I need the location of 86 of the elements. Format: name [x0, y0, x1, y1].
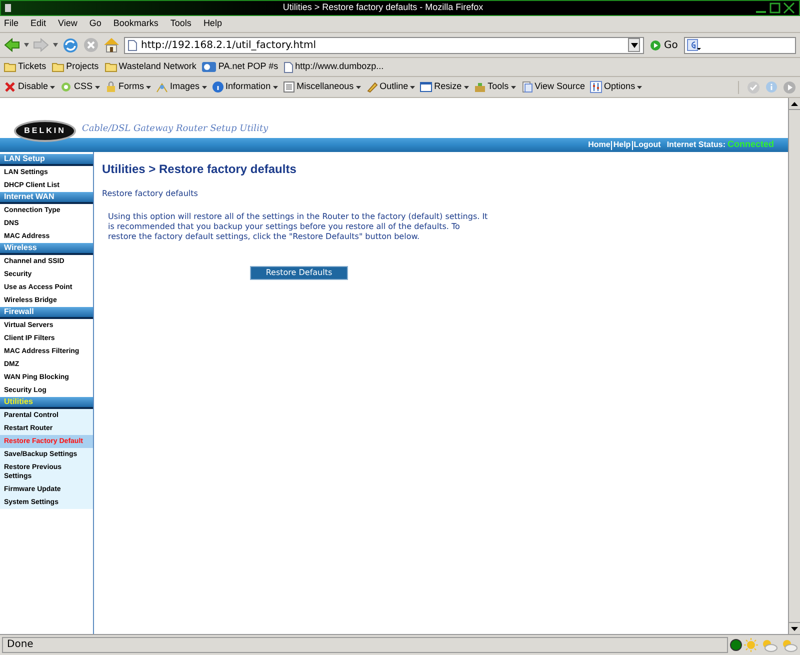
dropdown-arrow-icon [410, 86, 416, 88]
page-icon [284, 62, 294, 72]
toolbar-menu-button[interactable]: Outline [366, 80, 416, 94]
menu-item[interactable]: Edit [30, 17, 46, 31]
site-icon [202, 62, 216, 72]
reload-icon[interactable] [62, 36, 79, 54]
dropdown-button[interactable] [628, 38, 640, 52]
partly-cloudy-icon [780, 638, 798, 652]
lock-icon [104, 81, 117, 93]
toolbar-menu-button[interactable]: CSS [60, 80, 100, 94]
status-label: Internet Status: [666, 139, 726, 151]
window-icon [420, 81, 432, 93]
toolbar-menu-button[interactable]: Tools [474, 80, 516, 94]
list-icon [282, 81, 295, 93]
dropdown-arrow-icon [272, 86, 278, 88]
search-engine-icon[interactable] [686, 39, 701, 51]
sliders-icon [590, 81, 602, 93]
cross-icon [4, 81, 16, 93]
close-icon[interactable] [783, 2, 795, 14]
toolbar-menu-button[interactable]: Options [590, 80, 642, 94]
folder-icon [4, 62, 16, 72]
tagline: Cable/DSL Gateway Router Setup Utility [82, 122, 268, 136]
toolbar-menu-button[interactable]: Forms [104, 80, 152, 94]
dropdown-arrow-icon [202, 86, 207, 88]
toolbar-menu-button[interactable]: Information [212, 80, 278, 94]
dropdown-arrow-icon [356, 86, 361, 88]
dropdown-arrow-icon [464, 86, 469, 88]
sidebar-section-header: LAN Setup [0, 154, 93, 166]
dropdown-arrow-icon [637, 86, 642, 88]
bookmark-item[interactable]: Projects [52, 60, 99, 74]
status-text: Done [2, 637, 728, 653]
dropdown-arrow-icon[interactable] [53, 43, 58, 47]
toolbox-icon [474, 81, 486, 93]
document-icon [520, 81, 533, 93]
dropdown-arrow-icon [510, 86, 516, 88]
partly-cloudy-icon [760, 638, 778, 652]
toolbar-menu-button[interactable]: Images [156, 80, 207, 94]
folder-icon [52, 62, 64, 72]
scrollbar[interactable] [788, 98, 800, 634]
menu-item[interactable]: Help [203, 17, 222, 31]
restore-defaults-button[interactable]: Restore Defaults [250, 266, 348, 280]
folder-icon [104, 62, 117, 72]
header-link[interactable]: Help [613, 139, 631, 151]
toolbar-menu-button[interactable]: Miscellaneous [282, 80, 361, 94]
header-link[interactable]: Logout [634, 139, 661, 151]
sidebar-section-header: Internet WAN [0, 192, 93, 204]
bookmark-item[interactable]: PA.net POP #s [202, 60, 278, 74]
pencil-icon [366, 81, 378, 93]
checkmark-icon[interactable] [747, 80, 760, 94]
bookmark-item[interactable]: http://www.dumbozp... [284, 60, 384, 74]
logo: BELKIN [14, 120, 76, 142]
go-icon [650, 40, 661, 50]
sidebar-section-header: Firewall [0, 307, 93, 319]
menu-item[interactable]: Go [89, 17, 102, 31]
connection-icon [730, 639, 742, 651]
toolbar-menu-button[interactable]: Resize [420, 80, 469, 94]
sidebar-section-header: Wireless [0, 243, 93, 255]
toolbar-menu-button[interactable]: View Source [520, 80, 586, 94]
status-value: Connected [727, 138, 774, 152]
sidebar-section-header: Utilities [0, 397, 93, 409]
header-link[interactable]: Home [588, 139, 610, 151]
section-heading: Restore factory defaults [102, 188, 199, 200]
go-button[interactable]: Go [648, 38, 680, 52]
page-heading: Utilities > Restore factory defaults [102, 161, 298, 178]
bookmark-item[interactable]: Tickets [4, 60, 46, 74]
sun-icon [744, 638, 758, 652]
maximize-icon[interactable] [769, 2, 781, 14]
address-field[interactable]: http://192.168.2.1/util_factory.html [124, 36, 644, 54]
page-icon [128, 40, 137, 50]
caret-icon [630, 42, 638, 48]
menu-item[interactable]: Tools [170, 17, 192, 31]
window-title: Utilities > Restore factory defaults - Mozilla Firefox [282, 1, 484, 14]
dropdown-arrow-icon [50, 86, 56, 88]
description-text: Using this option will restore all of the settings in the Router to the factory (default) settings. It is recommended that you backup your settings before you restore all of the defaults. To restore the factory default settings, click the "Restore Defaults" button below. [108, 212, 488, 242]
toolbar-menu-button[interactable]: Disable [4, 80, 56, 94]
home-icon[interactable] [103, 37, 120, 53]
dropdown-arrow-icon [146, 86, 152, 88]
menu-item[interactable]: File [4, 17, 19, 31]
dropdown-arrow-icon[interactable] [24, 43, 29, 47]
search-field[interactable] [684, 36, 796, 54]
info-icon [212, 81, 224, 93]
dropdown-arrow-icon [94, 86, 100, 88]
back-arrow-icon[interactable] [4, 38, 20, 52]
menu-item[interactable]: View [58, 17, 78, 31]
bookmark-item[interactable]: Wasteland Network [104, 60, 196, 74]
menu-item[interactable]: Bookmarks [113, 17, 158, 31]
